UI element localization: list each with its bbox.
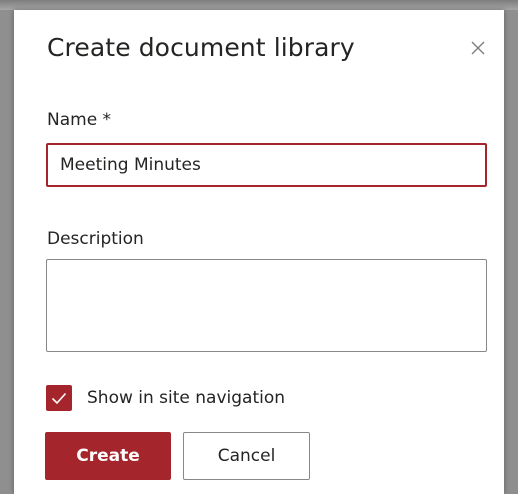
- close-icon: [471, 41, 485, 55]
- description-input[interactable]: [46, 259, 487, 352]
- cancel-button[interactable]: Cancel: [183, 432, 310, 480]
- description-label: Description: [47, 229, 144, 249]
- show-in-navigation-option[interactable]: Show in site navigation: [46, 385, 285, 411]
- close-button[interactable]: [464, 34, 492, 62]
- create-document-library-dialog: Create document library Name * Descripti…: [14, 10, 504, 494]
- name-label: Name *: [47, 110, 112, 130]
- show-in-navigation-checkbox[interactable]: [46, 385, 72, 411]
- name-input[interactable]: [46, 143, 487, 187]
- create-button[interactable]: Create: [45, 432, 171, 480]
- show-in-navigation-label: Show in site navigation: [87, 388, 286, 408]
- background-overlay: [0, 0, 518, 10]
- dialog-title: Create document library: [47, 33, 355, 62]
- checkmark-icon: [51, 392, 67, 404]
